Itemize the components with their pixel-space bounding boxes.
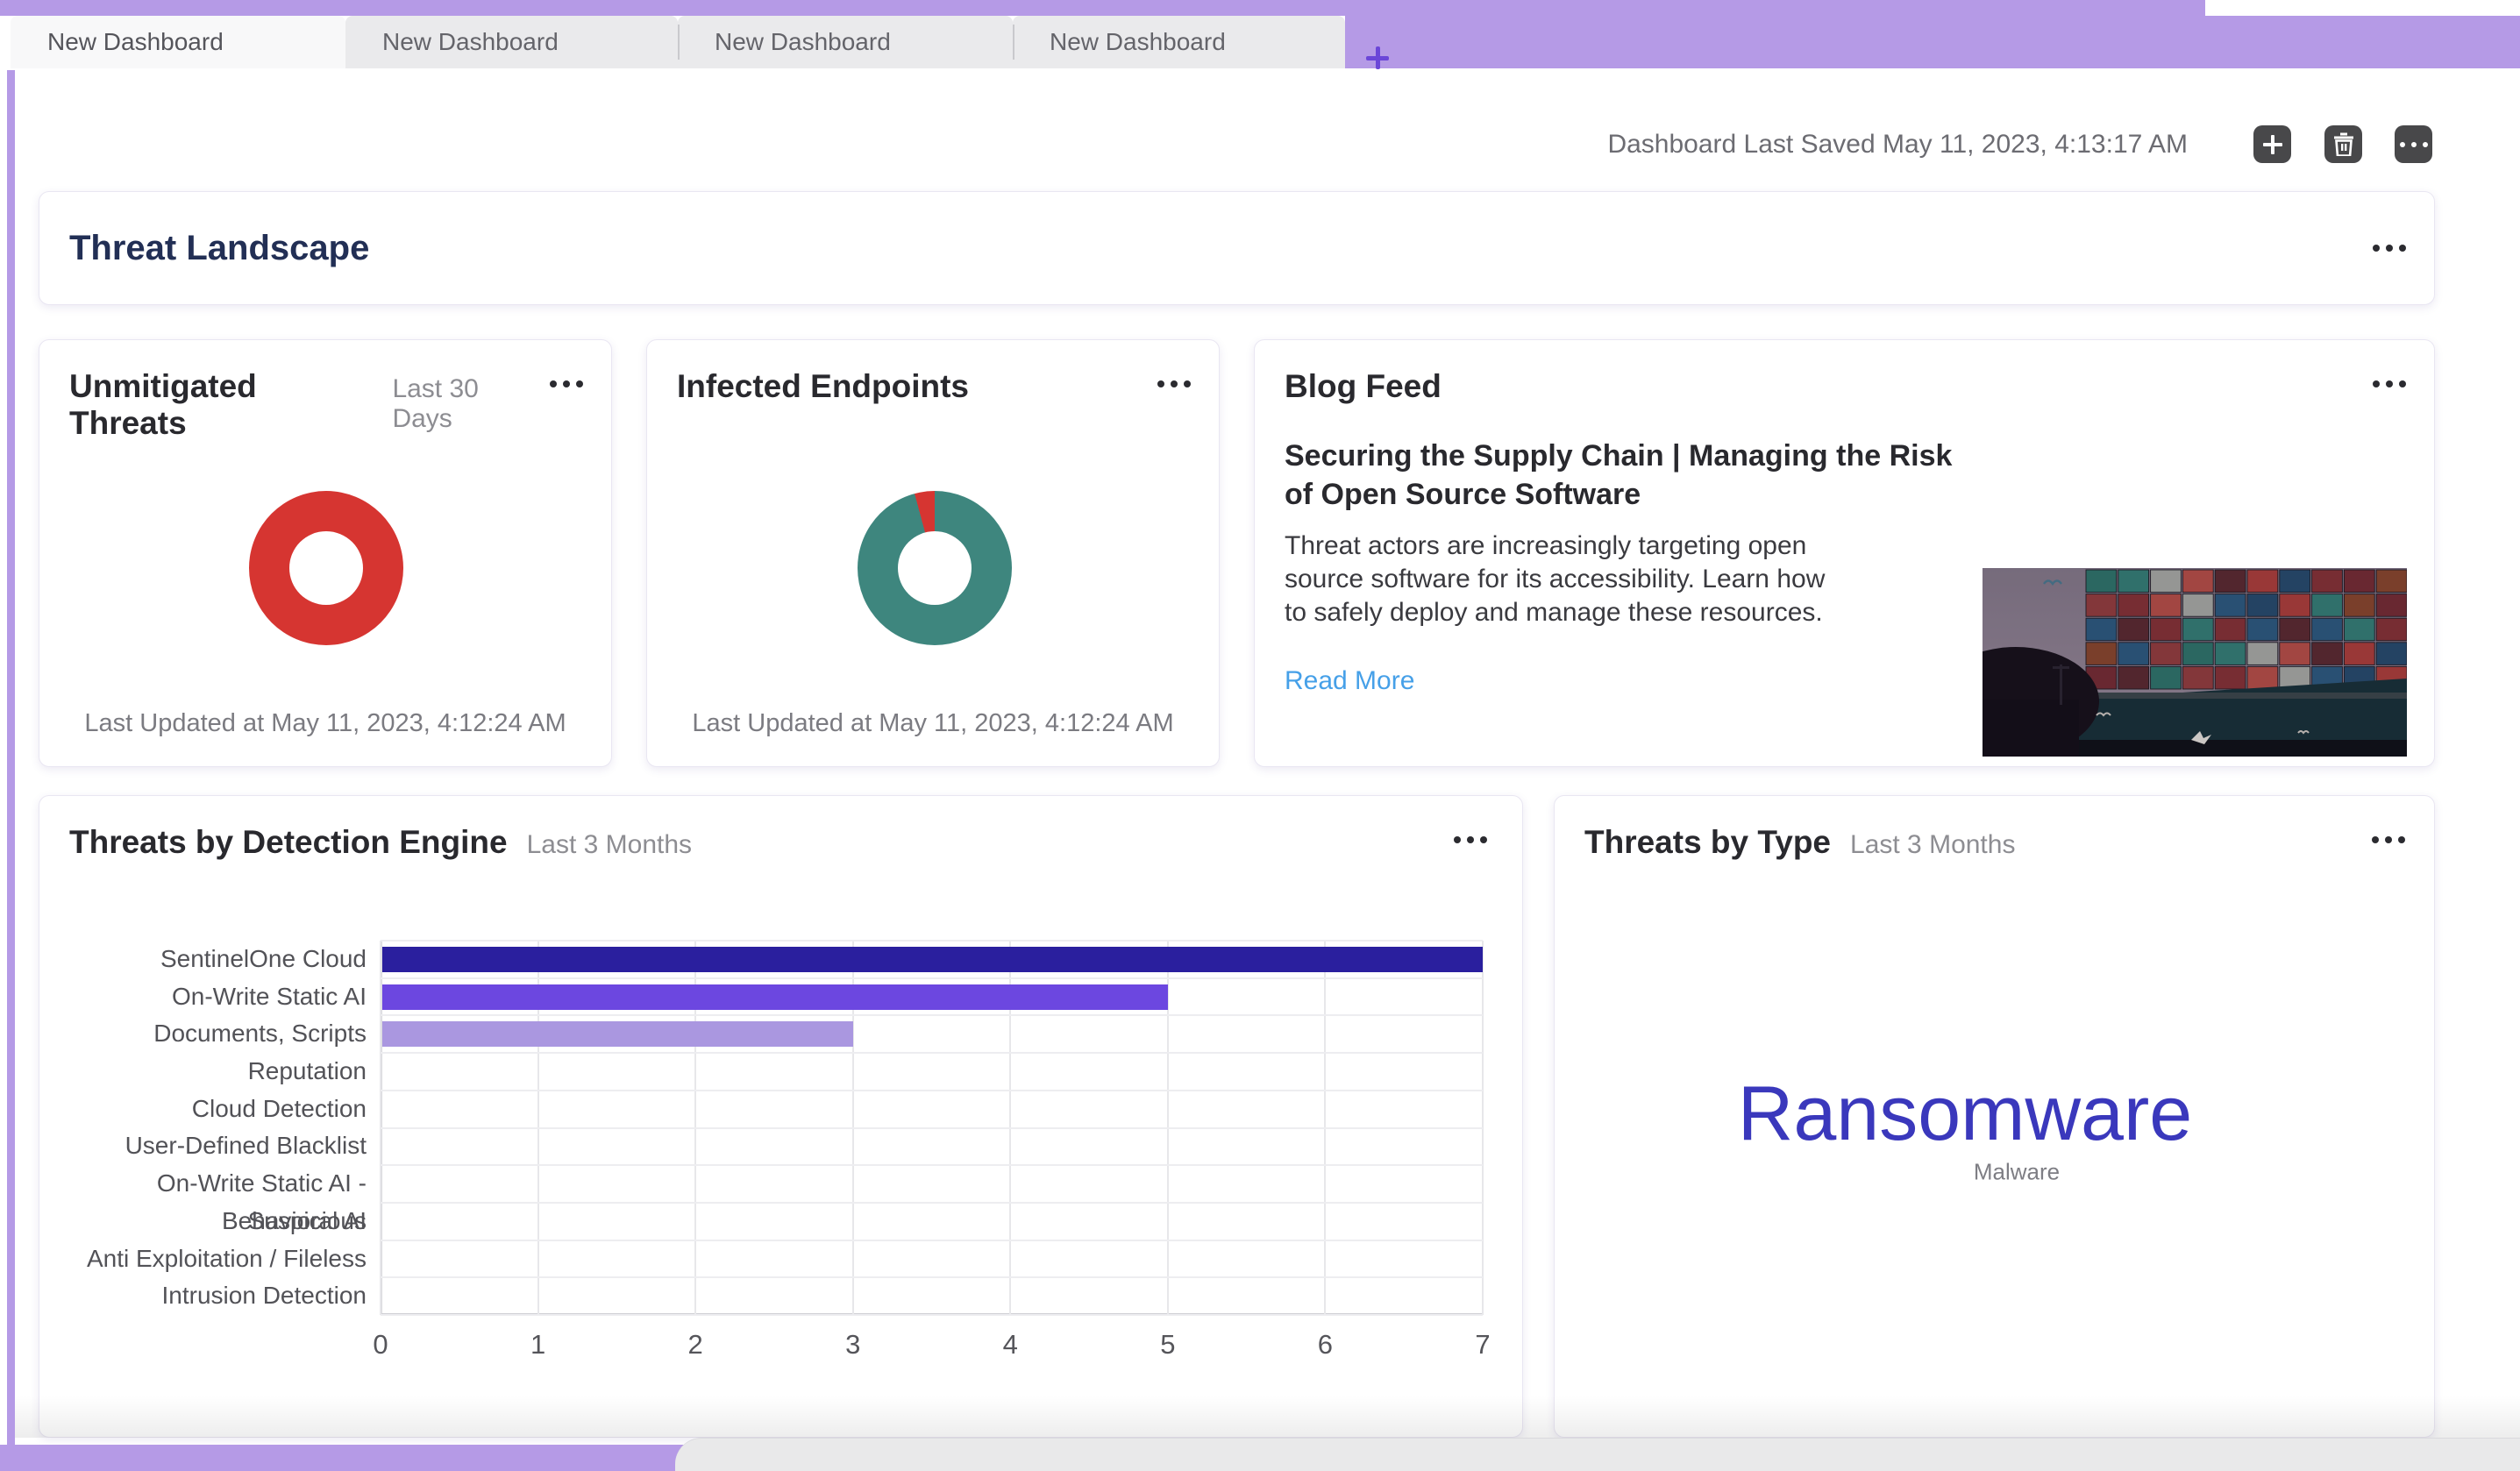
infected-endpoints-card: Infected Endpoints Last Updated at May 1… — [646, 339, 1220, 767]
delete-dashboard-button[interactable] — [2324, 125, 2362, 163]
card-menu-ellipsis-icon[interactable] — [2373, 380, 2406, 387]
category-label: Behavioral AI — [39, 1203, 367, 1240]
category-label: On-Write Static AI - Suspicious — [39, 1165, 367, 1203]
category-label: On-Write Static AI — [39, 978, 367, 1016]
infected-endpoints-donut-chart — [858, 491, 1012, 645]
tab-label: New Dashboard — [1050, 28, 1226, 56]
x-tick-label: 5 — [1160, 1329, 1175, 1361]
category-label: Cloud Detection — [39, 1091, 367, 1128]
x-tick-label: 6 — [1318, 1329, 1333, 1361]
x-tick-label: 0 — [373, 1329, 388, 1361]
card-menu-ellipsis-icon[interactable] — [2372, 836, 2405, 843]
x-tick-label: 7 — [1475, 1329, 1490, 1361]
section-title: Threat Landscape — [69, 229, 369, 268]
trash-icon — [2333, 132, 2354, 156]
card-title: Infected Endpoints — [677, 368, 969, 405]
tab-new-dashboard-3[interactable]: New Dashboard — [678, 16, 1013, 68]
card-period: Last 3 Months — [527, 830, 692, 860]
dashboard-last-saved-text: Dashboard Last Saved May 11, 2023, 4:13:… — [1607, 126, 2188, 163]
wordcloud-word-malware[interactable]: Malware — [1974, 1159, 2060, 1186]
add-tab-plus-icon[interactable] — [1364, 45, 1391, 71]
category-label: User-Defined Blacklist — [39, 1127, 367, 1165]
tab-separator — [1013, 25, 1014, 60]
page-bottom-edge — [0, 1445, 701, 1471]
unmitigated-threats-donut-chart — [249, 491, 403, 645]
ellipsis-icon — [2400, 142, 2428, 147]
card-title: Threats by Detection Engine — [69, 824, 508, 861]
tab-new-dashboard-2[interactable]: New Dashboard — [345, 16, 678, 68]
card-title: Threats by Type — [1584, 824, 1831, 861]
threat-landscape-section: Threat Landscape — [39, 191, 2435, 305]
category-label: SentinelOne Cloud — [39, 941, 367, 978]
dashboard-tabbar: New Dashboard New Dashboard New Dashboar… — [0, 16, 2520, 68]
tab-label: New Dashboard — [382, 28, 559, 56]
last-updated-text: Last Updated at May 11, 2023, 4:12:24 AM — [39, 709, 611, 738]
card-menu-ellipsis-icon[interactable] — [1157, 380, 1191, 387]
donut-hole — [898, 531, 972, 605]
tab-label: New Dashboard — [715, 28, 891, 56]
tab-label: New Dashboard — [47, 28, 224, 56]
add-widget-button[interactable] — [2253, 125, 2291, 163]
read-more-link[interactable]: Read More — [1285, 666, 1414, 696]
page-left-edge — [7, 70, 15, 1471]
tab-separator — [678, 25, 680, 60]
blog-article-summary: Threat actors are increasingly targeting… — [1285, 529, 1850, 629]
last-updated-text: Last Updated at May 11, 2023, 4:12:24 AM — [647, 709, 1219, 738]
tab-new-dashboard-4[interactable]: New Dashboard — [1013, 16, 1345, 68]
blog-article-headline: Securing the Supply Chain | Managing the… — [1285, 437, 1986, 514]
category-label: Intrusion Detection — [39, 1277, 367, 1315]
card-period: Last 30 Days — [392, 374, 541, 434]
blog-feed-card: Blog Feed Securing the Supply Chain | Ma… — [1254, 339, 2435, 767]
blog-article-image — [1983, 568, 2407, 757]
unmitigated-threats-card: Unmitigated Threats Last 30 Days Last Up… — [39, 339, 612, 767]
tab-new-dashboard-1[interactable]: New Dashboard — [11, 16, 345, 68]
x-tick-label: 4 — [1003, 1329, 1018, 1361]
donut-hole — [289, 531, 363, 605]
detection-labels: SentinelOne CloudOn-Write Static AIDocum… — [39, 941, 367, 1315]
horizontal-scrollbar[interactable] — [675, 1438, 2520, 1471]
detection-plot — [381, 941, 1483, 1315]
bar-sentinelone-cloud — [382, 947, 1483, 972]
x-tick-label: 3 — [845, 1329, 860, 1361]
category-label: Reputation — [39, 1053, 367, 1091]
wordcloud-word-ransomware[interactable]: Ransomware — [1738, 1069, 2192, 1158]
section-menu-ellipsis-icon[interactable] — [2373, 245, 2406, 252]
threats-by-detection-engine-card: Threats by Detection Engine Last 3 Month… — [39, 795, 1523, 1438]
bar-documents-scripts — [382, 1021, 853, 1047]
category-label: Anti Exploitation / Fileless — [39, 1240, 367, 1278]
card-menu-ellipsis-icon[interactable] — [550, 380, 583, 387]
window-top-strip — [0, 0, 2205, 16]
dashboard-more-button[interactable] — [2395, 125, 2432, 163]
detection-ticks: 01234567 — [381, 1329, 1483, 1364]
category-label: Documents, Scripts — [39, 1015, 367, 1053]
bar-on-write-static-ai — [382, 984, 1168, 1010]
card-title: Blog Feed — [1285, 368, 1442, 405]
plus-icon — [2263, 135, 2282, 154]
card-period: Last 3 Months — [1850, 830, 2015, 860]
threats-by-type-card: Threats by Type Last 3 Months Ransomware… — [1554, 795, 2435, 1438]
x-tick-label: 2 — [688, 1329, 703, 1361]
card-title: Unmitigated Threats — [69, 368, 373, 442]
card-menu-ellipsis-icon[interactable] — [1454, 836, 1487, 843]
x-tick-label: 1 — [530, 1329, 545, 1361]
